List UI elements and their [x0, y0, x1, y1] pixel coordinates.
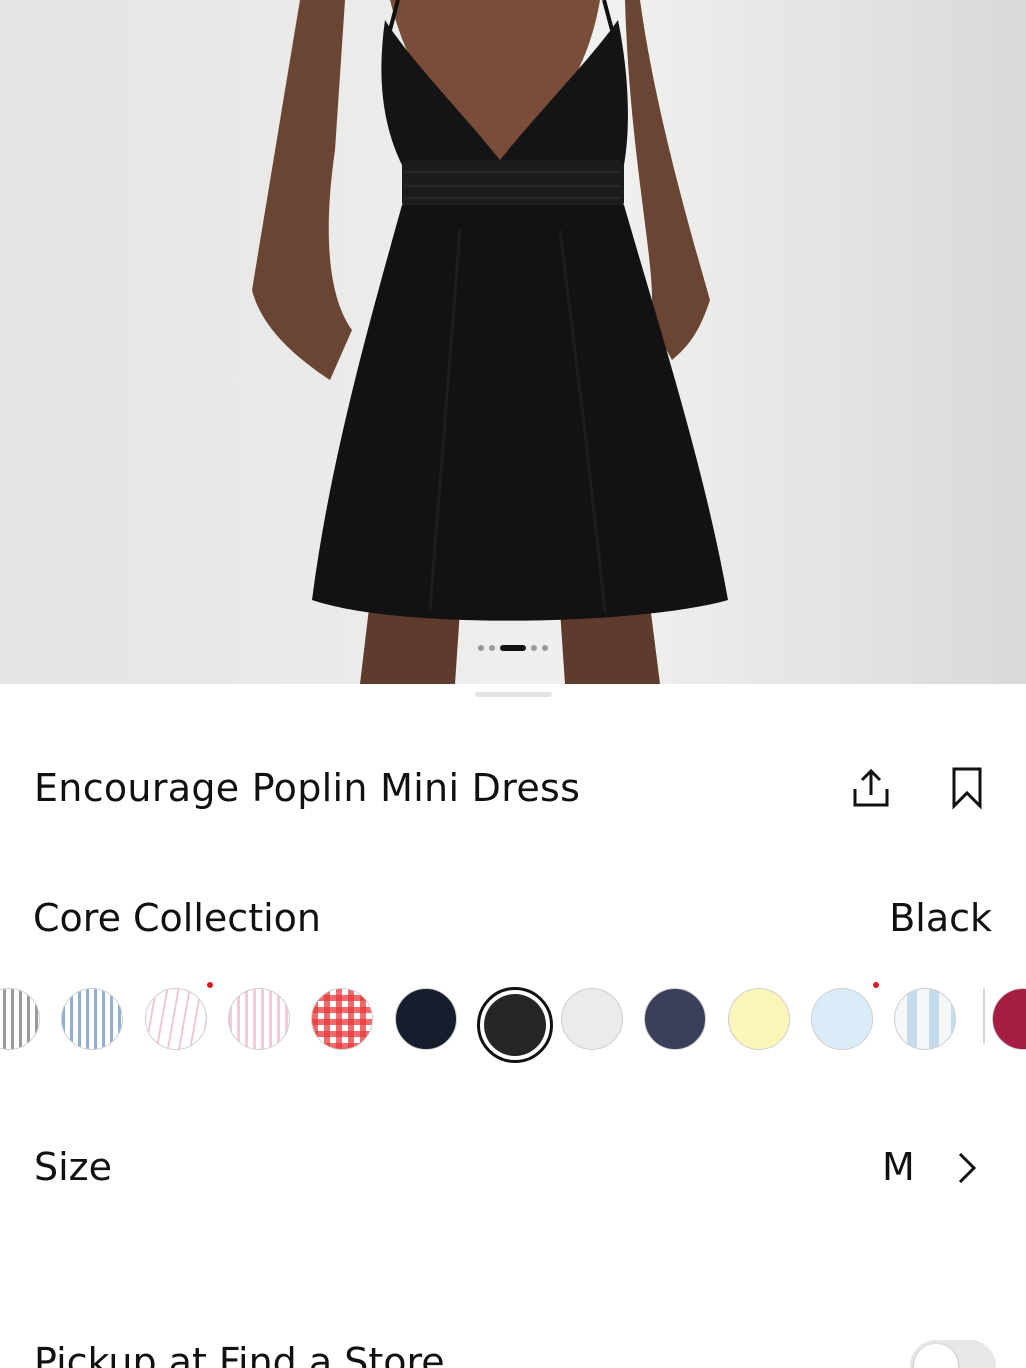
pager-dot[interactable]	[531, 645, 537, 651]
color-swatch-pink-pinstripe[interactable]	[227, 988, 290, 1050]
color-swatch-red-gingham[interactable]	[311, 988, 374, 1050]
new-color-indicator	[873, 982, 879, 988]
pager-dot-active[interactable]	[500, 645, 526, 651]
product-page: Encourage Poplin Mini Dress Core Collect…	[0, 0, 1026, 1368]
size-label: Size	[34, 1145, 113, 1189]
chevron-right-icon[interactable]	[952, 1148, 982, 1188]
toggle-knob[interactable]	[914, 1344, 958, 1368]
color-swatch-pale-yellow[interactable]	[727, 988, 790, 1050]
new-color-indicator	[206, 982, 213, 988]
pager-dot[interactable]	[478, 645, 484, 651]
sheet-grabber[interactable]	[475, 692, 552, 697]
save-button[interactable]	[941, 762, 993, 814]
color-swatch-burgundy[interactable]	[991, 988, 1026, 1050]
color-swatch-black[interactable]	[483, 994, 546, 1056]
swatch-divider	[983, 988, 985, 1044]
pager-dot[interactable]	[542, 645, 548, 651]
pager-dot[interactable]	[489, 645, 495, 651]
color-swatch-pink-stripe[interactable]	[144, 988, 207, 1050]
color-swatch-blue-stripe[interactable]	[61, 988, 124, 1050]
bookmark-icon	[952, 767, 982, 810]
color-swatches	[0, 980, 1026, 1063]
color-swatch-grey-stripe[interactable]	[0, 988, 40, 1050]
dress-photo	[252, 0, 728, 684]
share-button[interactable]	[845, 762, 897, 814]
pickup-label: Pickup at Find a Store	[34, 1340, 445, 1368]
image-pager[interactable]	[0, 645, 1026, 651]
selected-color-name: Black	[889, 896, 992, 940]
color-swatch-dark-navy[interactable]	[644, 988, 707, 1050]
product-image[interactable]	[0, 0, 1026, 684]
color-swatch-white[interactable]	[561, 988, 624, 1050]
pickup-toggle[interactable]	[910, 1340, 996, 1368]
color-swatch-light-blue[interactable]	[811, 988, 873, 1050]
color-swatch-navy[interactable]	[394, 988, 457, 1050]
color-swatch-blue-wide-stripe[interactable]	[894, 988, 957, 1050]
size-selector[interactable]: M	[882, 1145, 915, 1189]
share-icon	[853, 768, 889, 807]
collection-name: Core Collection	[33, 896, 321, 940]
product-title: Encourage Poplin Mini Dress	[34, 766, 581, 810]
